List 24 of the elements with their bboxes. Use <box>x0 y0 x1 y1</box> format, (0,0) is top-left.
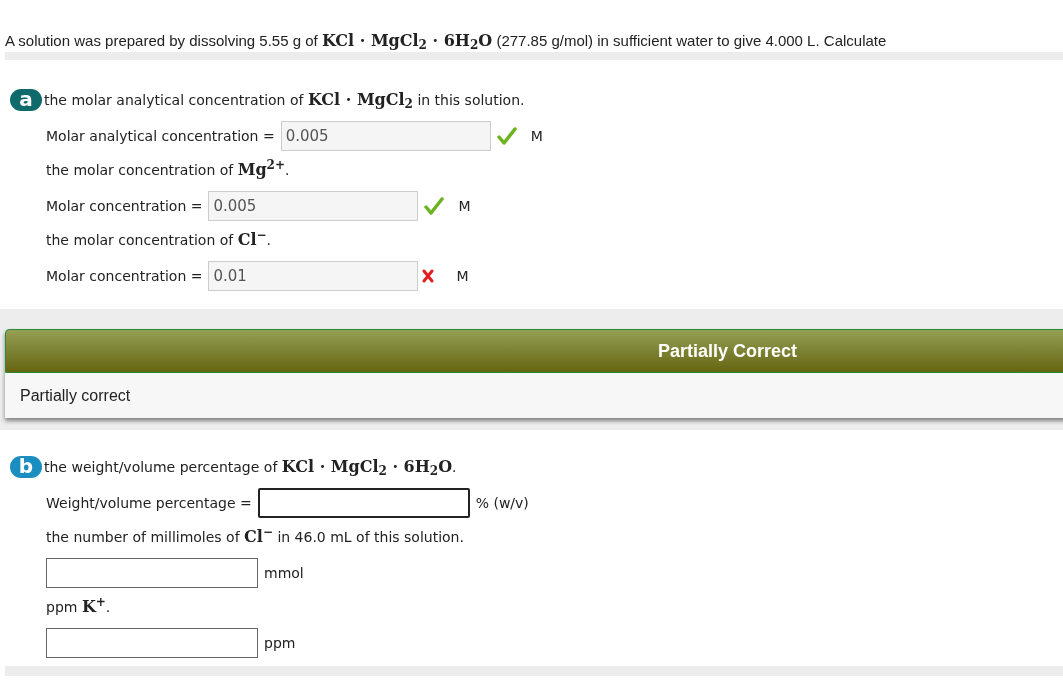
feedback-message: Partially correct <box>20 385 131 406</box>
question-prompt: ppm K$^{+}$. <box>46 595 111 618</box>
answer-field[interactable] <box>46 628 258 658</box>
feedback-header: Partially Correct <box>5 329 1063 373</box>
question-prompt: the molar concentration of Cl$^{−}$. <box>46 228 271 251</box>
unit-label: M <box>530 126 543 146</box>
question-prompt: the weight/volume percentage of KCl · MgCl$_{2}$ · 6H$_{2}$O. <box>44 456 457 479</box>
field-label: Weight/volume percentage = <box>46 493 252 513</box>
unit-label: % (w/v) <box>475 493 529 513</box>
question-prompt: the molar analytical concentration of KCl · MgCl$_{2}$ in this solution. <box>44 89 525 112</box>
field-label: Molar analytical concentration = <box>46 126 275 146</box>
unit-label: mmol <box>264 563 304 583</box>
question-prompt: the molar concentration of Mg$^{2+}$. <box>46 158 290 181</box>
unit-label: M <box>458 196 471 216</box>
answer-field[interactable] <box>257 488 470 518</box>
unit-label: ppm <box>264 633 296 653</box>
field-label: Molar concentration = <box>46 196 203 216</box>
question-prompt: the number of millimoles of Cl$^{−}$ in 46.0 mL of this solution. <box>46 525 464 548</box>
part-badge: b <box>10 456 42 478</box>
unit-label: M <box>456 266 469 286</box>
answer-field[interactable] <box>46 558 258 588</box>
question-text: A solution was prepared by dissolving 5.55 g of KCl · MgCl$_{2}$ · 6H$_{2}$O (277.85 g/mol) in sufficient water to give 4.000 L. Calculate <box>4 30 888 52</box>
part-badge: a <box>10 89 42 111</box>
field-label: Molar concentration = <box>46 266 203 286</box>
